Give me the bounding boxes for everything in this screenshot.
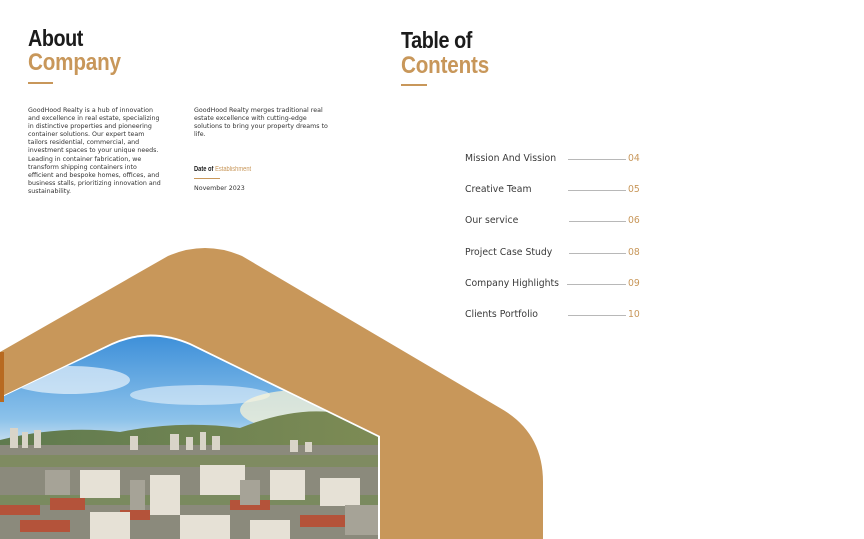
toc-item[interactable]: Mission And Vission 04 (465, 153, 641, 167)
date-rule (194, 178, 220, 179)
toc-item-page: 04 (628, 153, 640, 164)
establishment-date-label: Date of Establishment (194, 166, 251, 173)
hexagon-photo-graphic (0, 248, 543, 539)
about-title-rule (28, 82, 53, 84)
toc-item-label: Project Case Study (465, 247, 553, 258)
date-label-gold: Establishment (215, 166, 252, 173)
toc-item-page: 08 (628, 247, 640, 258)
toc-item[interactable]: Clients Portfolio 10 (465, 309, 641, 323)
about-title: About (28, 25, 83, 51)
establishment-date-value: November 2023 (194, 185, 245, 192)
toc-item[interactable]: Project Case Study 08 (465, 247, 641, 261)
toc-item[interactable]: Company Highlights 09 (465, 278, 641, 292)
toc-leader-line (568, 159, 626, 160)
toc-item[interactable]: Our service 06 (465, 215, 641, 229)
toc-item-label: Clients Portfolio (465, 309, 538, 320)
about-paragraph-1: GoodHood Realty is a hub of innovation a… (28, 107, 161, 195)
toc-item-page: 05 (628, 184, 640, 195)
brochure-spread: About Company GoodHood Realty is a hub o… (0, 0, 864, 539)
toc-title-rule (401, 84, 427, 86)
toc-leader-line (567, 284, 626, 285)
toc-item-label: Our service (465, 215, 519, 226)
date-label-dark: Date of (194, 166, 214, 173)
toc-leader-line (569, 253, 626, 254)
toc-item[interactable]: Creative Team 05 (465, 184, 641, 198)
about-subtitle: Company (28, 49, 121, 76)
toc-leader-line (568, 315, 626, 316)
toc-leader-line (569, 221, 626, 222)
toc-leader-line (568, 190, 626, 191)
about-paragraph-2: GoodHood Realty merges traditional real … (194, 107, 328, 139)
toc-item-page: 10 (628, 309, 640, 320)
toc-item-page: 06 (628, 215, 640, 226)
toc-subtitle: Contents (401, 52, 490, 79)
toc-item-label: Mission And Vission (465, 153, 557, 164)
toc-item-label: Company Highlights (465, 278, 559, 289)
toc-item-page: 09 (628, 278, 640, 289)
toc-title: Table of (401, 27, 472, 53)
toc-item-label: Creative Team (465, 184, 532, 195)
